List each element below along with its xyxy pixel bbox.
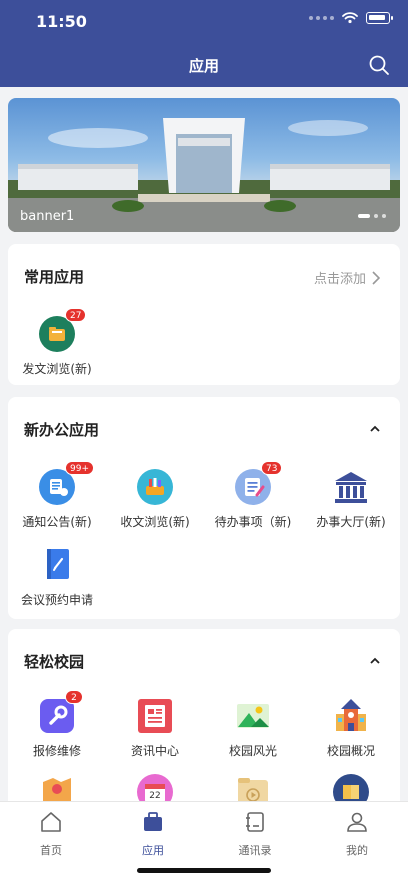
app-label: 通知公告(新): [22, 515, 92, 529]
folder-icon: 27: [39, 308, 87, 352]
wrench-icon: 2: [39, 690, 83, 734]
add-apps-label: 点击添加: [313, 272, 366, 287]
app-label: 办事大厅(新): [316, 515, 386, 529]
unread-badge: 2: [65, 690, 83, 704]
app-shouwen[interactable]: 收文浏览(新): [106, 469, 204, 530]
app-label: 报修维修: [32, 744, 81, 758]
app-label: 收文浏览(新): [120, 515, 190, 529]
top-bar: 11:50 应用: [0, 0, 408, 87]
app-meeting[interactable]: 会议预约申请: [8, 547, 106, 608]
app-fawen[interactable]: 27 发文浏览(新): [8, 308, 106, 377]
office-apps-card: 新办公应用 99+ 通知公告(新) 收文浏览(新) 73 待办事项（新) 办事大…: [8, 397, 400, 619]
unread-badge: 73: [261, 461, 283, 475]
notice-icon: 99+: [39, 461, 94, 505]
chevron-right-icon: [372, 270, 380, 285]
carousel-indicator: [358, 214, 386, 218]
app-label: 校园概况: [326, 744, 375, 758]
app-label: 待办事项（新): [214, 515, 292, 529]
campus-apps-card: 轻松校园 2 报修维修 资讯中心 校园风光 校园概况 22: [8, 629, 400, 810]
add-apps-link[interactable]: 点击添加: [314, 268, 380, 287]
carousel-dot-active: [358, 214, 370, 218]
tab-label: 应用: [142, 844, 164, 857]
app-overview[interactable]: 校园概况: [302, 698, 400, 759]
section-title: 轻松校园: [24, 653, 85, 671]
section-title: 新办公应用: [24, 421, 100, 439]
app-notice[interactable]: 99+ 通知公告(新): [8, 461, 106, 530]
tab-contacts[interactable]: 通讯录: [204, 810, 306, 858]
todo-icon: 73: [235, 461, 283, 505]
battery-icon: [366, 12, 393, 24]
inbox-icon: [137, 469, 173, 505]
landscape-icon: [235, 698, 271, 734]
tab-apps[interactable]: 应用: [102, 810, 204, 858]
home-indicator[interactable]: [137, 868, 271, 873]
calendar-day: 22: [149, 791, 161, 801]
app-news[interactable]: 资讯中心: [106, 698, 204, 759]
home-icon: [41, 812, 61, 832]
app-label: 校园风光: [228, 744, 277, 758]
user-icon: [347, 812, 367, 832]
tab-home[interactable]: 首页: [0, 810, 102, 858]
signal-icon: [309, 16, 334, 20]
chevron-up-icon[interactable]: [370, 656, 380, 666]
carousel-dot: [382, 214, 386, 218]
contacts-book-icon: [246, 812, 264, 832]
unread-badge: 99+: [65, 461, 94, 475]
school-icon: [333, 698, 369, 734]
banner-caption: banner1: [20, 209, 75, 224]
app-label: 发文浏览(新): [22, 362, 92, 376]
briefcase-icon: [144, 812, 162, 831]
common-apps-card: 常用应用 点击添加 27 发文浏览(新): [8, 244, 400, 385]
app-repair[interactable]: 2 报修维修: [8, 690, 106, 759]
chevron-up-icon[interactable]: [370, 424, 380, 434]
tab-label: 我的: [346, 844, 368, 857]
news-icon: [137, 698, 173, 734]
app-service-hall[interactable]: 办事大厅(新): [302, 469, 400, 530]
tab-profile[interactable]: 我的: [306, 810, 408, 858]
app-todo[interactable]: 73 待办事项（新): [204, 461, 302, 530]
banner-carousel[interactable]: banner1: [8, 98, 400, 232]
page-title: 应用: [188, 57, 219, 75]
tab-label: 首页: [40, 844, 62, 857]
tab-label: 通讯录: [238, 844, 272, 857]
unread-badge: 27: [65, 308, 87, 322]
app-label: 资讯中心: [130, 744, 179, 758]
wifi-icon: [342, 12, 358, 24]
search-icon[interactable]: [368, 54, 390, 76]
section-title: 常用应用: [24, 268, 85, 286]
meeting-book-icon: [39, 547, 75, 583]
app-label: 会议预约申请: [20, 593, 93, 607]
app-scenery[interactable]: 校园风光: [204, 698, 302, 759]
building-icon: [333, 469, 369, 505]
status-icons: [309, 12, 393, 24]
carousel-dot: [374, 214, 378, 218]
status-time: 11:50: [36, 12, 87, 31]
